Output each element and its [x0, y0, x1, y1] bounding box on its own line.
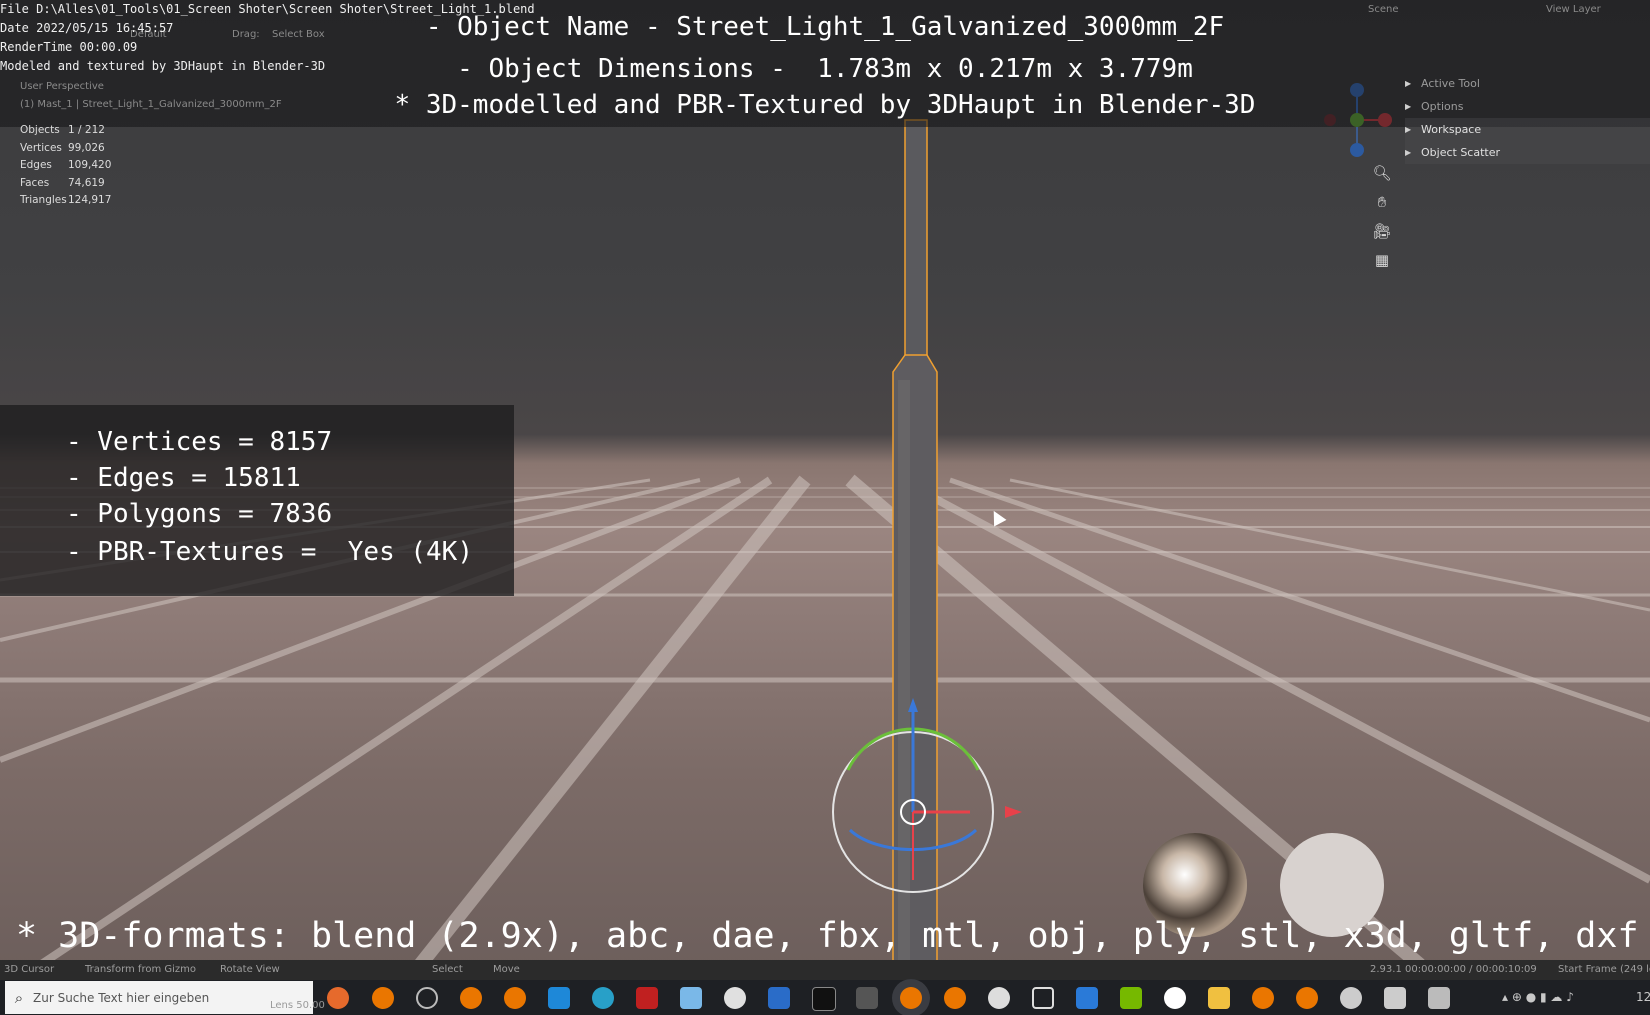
- app-window-icon[interactable]: [1384, 987, 1406, 1009]
- blender-icon[interactable]: [1252, 987, 1274, 1009]
- stat-value: 124,917: [68, 194, 112, 206]
- obs-icon[interactable]: [416, 987, 438, 1009]
- zoom-icon[interactable]: 🔍︎: [1372, 163, 1392, 183]
- stat-row: Edges 109,420: [20, 159, 111, 177]
- settings-gear-icon[interactable]: [1340, 987, 1362, 1009]
- panel-item-label: Object Scatter: [1421, 146, 1501, 159]
- panel-options[interactable]: ▶ Options: [1405, 95, 1650, 118]
- panel-item-label: Active Tool: [1421, 77, 1480, 90]
- panel-active-tool[interactable]: ▶ Active Tool: [1405, 72, 1650, 95]
- app-red-icon[interactable]: [636, 987, 658, 1009]
- app-gray-icon[interactable]: [856, 987, 878, 1009]
- blender-icon[interactable]: [460, 987, 482, 1009]
- object-dimensions-headline: - Object Dimensions - 1.783m x 0.217m x …: [457, 54, 1193, 84]
- stat-value: 99,026: [68, 141, 105, 154]
- status-bar: 3D Cursor Transform from Gizmo Rotate Vi…: [0, 960, 1650, 980]
- notes-icon[interactable]: [680, 987, 702, 1009]
- status-select: Select: [432, 964, 463, 975]
- panel-item-label: Workspace: [1421, 123, 1482, 136]
- app-window-icon[interactable]: [1428, 987, 1450, 1009]
- stat-row: Vertices 99,026: [20, 142, 111, 160]
- blender-icon[interactable]: [504, 987, 526, 1009]
- search-placeholder: Zur Suche Text hier eingeben: [33, 990, 210, 1005]
- blender-icon[interactable]: [372, 987, 394, 1009]
- blender-icon[interactable]: [1296, 987, 1318, 1009]
- mail-icon[interactable]: [548, 987, 570, 1009]
- street-light-pole: [892, 119, 938, 965]
- stat-row: Faces 74,619: [20, 177, 111, 195]
- mesh-info-box: - Vertices = 8157 - Edges = 15811 - Poly…: [0, 405, 514, 596]
- status-start-frame: Start Frame (249 le: [1558, 964, 1650, 975]
- edges-info: - Edges = 15811: [66, 463, 301, 493]
- firefox-icon[interactable]: [327, 987, 349, 1009]
- stat-row: Objects 1 / 212: [20, 124, 111, 142]
- pan-hand-icon[interactable]: ✋︎: [1372, 192, 1392, 212]
- terminal-icon[interactable]: [812, 987, 836, 1011]
- panel-workspace[interactable]: ▶ Workspace: [1405, 118, 1650, 141]
- status-rotate-view: Rotate View: [220, 964, 280, 975]
- status-move: Move: [493, 964, 520, 975]
- object-name-headline: - Object Name - Street_Light_1_Galvanize…: [425, 12, 1225, 42]
- expand-triangle-icon: ▶: [1405, 125, 1412, 134]
- lens-readout: Lens 50.00: [270, 1000, 325, 1011]
- stat-label: Triangles: [20, 194, 67, 206]
- status-version-time: 2.93.1 00:00:00:00 / 00:00:10:09: [1370, 964, 1537, 975]
- expand-triangle-icon: ▶: [1405, 148, 1412, 157]
- system-tray-icons[interactable]: ▴ ⊕ ● ▮ ☁ ♪: [1502, 990, 1574, 1004]
- app-circle-icon[interactable]: [1164, 987, 1186, 1009]
- polygons-info: - Polygons = 7836: [66, 499, 333, 529]
- taskbar-search-box[interactable]: ⌕ Zur Suche Text hier eingeben: [5, 981, 313, 1014]
- stat-label: Vertices: [20, 141, 62, 154]
- sidebar-tool-panel: ▶ Active Tool ▶ Options ▶ Workspace ▶ Object…: [1405, 72, 1650, 164]
- taskbar-clock[interactable]: 12:: [1636, 990, 1650, 1004]
- grid-line: [949, 477, 1650, 723]
- stat-label: Faces: [20, 176, 50, 189]
- stat-label: Objects: [20, 124, 60, 136]
- scene-statistics: Objects 1 / 212 Vertices 99,026 Edges 109,4…: [20, 124, 111, 212]
- ortho-grid-icon[interactable]: ▦: [1372, 250, 1392, 270]
- blender-icon[interactable]: [944, 987, 966, 1009]
- stat-value: 74,619: [68, 176, 105, 189]
- 3d-viewport[interactable]: Default Drag: Select Box Scene View Laye…: [0, 0, 1650, 965]
- stat-value: 1 / 212: [68, 124, 105, 136]
- status-transform-gizmo: Transform from Gizmo: [85, 964, 197, 975]
- camera-view-icon[interactable]: 🎥︎: [1372, 221, 1392, 241]
- app-blue-icon[interactable]: [768, 987, 790, 1009]
- stat-label: Edges: [20, 159, 52, 171]
- status-3d-cursor: 3D Cursor: [4, 964, 55, 975]
- panel-item-label: Options: [1421, 100, 1464, 113]
- calendar-icon[interactable]: [1076, 987, 1098, 1009]
- vertices-info: - Vertices = 8157: [66, 427, 333, 457]
- viewport-perspective-label: User Perspective: [20, 81, 104, 92]
- edge-browser-icon[interactable]: [592, 987, 614, 1009]
- stat-value: 109,420: [68, 159, 112, 171]
- app-white-icon[interactable]: [724, 987, 746, 1009]
- cube-3d-icon[interactable]: [1032, 987, 1054, 1009]
- blender-active-icon[interactable]: [900, 987, 922, 1009]
- viewport-collection-label: (1) Mast_1 | Street_Light_1_Galvanized_3…: [20, 99, 282, 110]
- stat-row: Triangles 124,917: [20, 194, 111, 212]
- expand-triangle-icon: ▶: [1405, 79, 1412, 88]
- panda-icon[interactable]: [988, 987, 1010, 1009]
- pbr-textures-info: - PBR-Textures = Yes (4K): [66, 537, 473, 567]
- search-icon: ⌕: [14, 988, 24, 1007]
- formats-caption: * 3D-formats: blend (2.9x), abc, dae, fb…: [16, 916, 1639, 956]
- nvidia-icon[interactable]: [1120, 987, 1142, 1009]
- expand-triangle-icon: ▶: [1405, 102, 1412, 111]
- panel-object-scatter[interactable]: ▶ Object Scatter: [1405, 141, 1650, 164]
- render-time-line: RenderTime 00:00.09: [0, 40, 138, 54]
- folder-icon[interactable]: [1208, 987, 1230, 1009]
